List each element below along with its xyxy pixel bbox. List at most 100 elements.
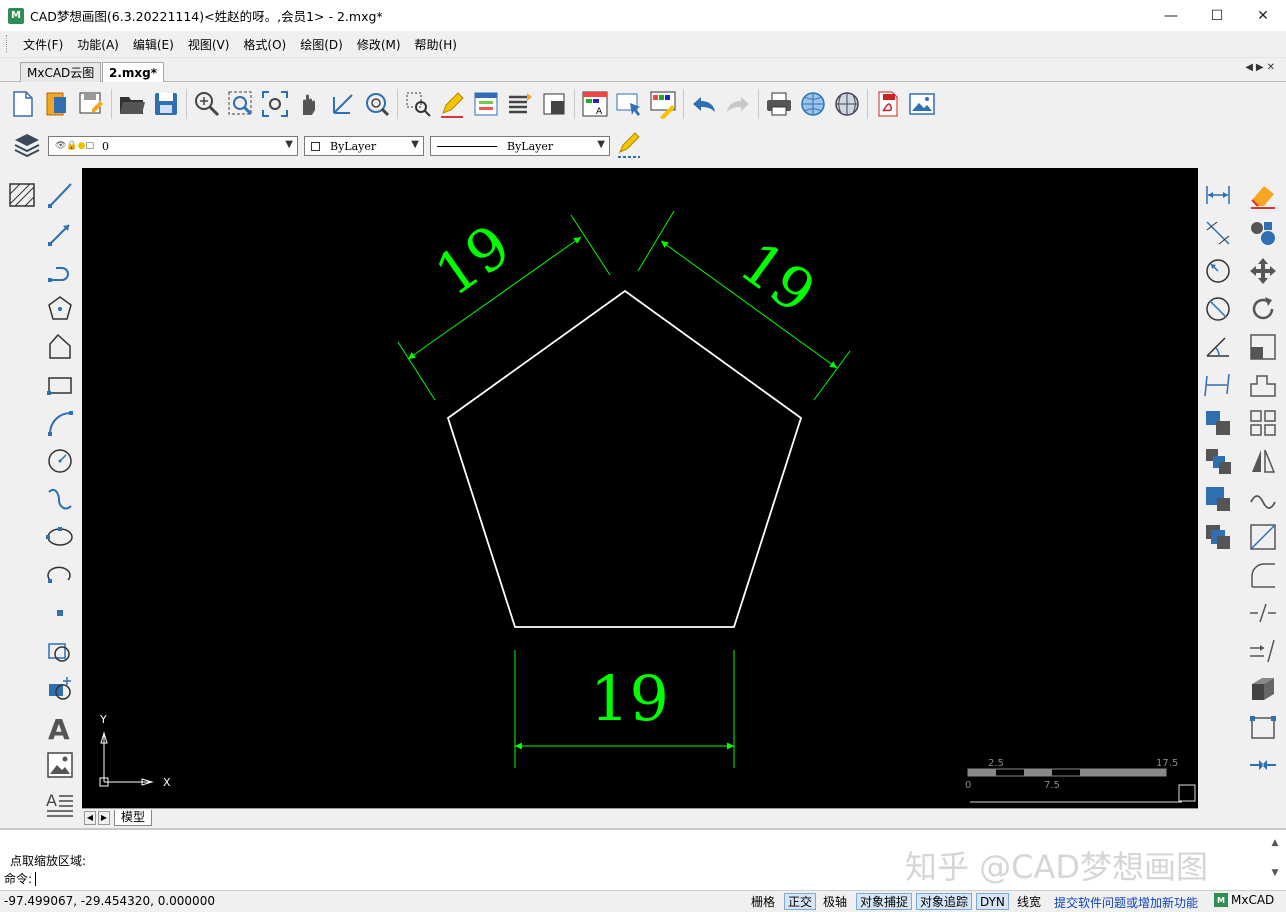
ray-icon[interactable] — [43, 216, 77, 250]
list-properties-icon[interactable] — [503, 87, 537, 121]
web-globe-icon[interactable] — [796, 87, 830, 121]
aligned-dimension-icon[interactable] — [1201, 216, 1235, 250]
scale-icon[interactable] — [1246, 330, 1280, 364]
radius-dimension-icon[interactable] — [1201, 254, 1235, 288]
pan-hand-icon[interactable] — [292, 87, 326, 121]
block-icon[interactable] — [537, 87, 571, 121]
arc-icon[interactable] — [43, 406, 77, 440]
pencil-edit-icon[interactable] — [435, 87, 469, 121]
draw-order-icon[interactable] — [1201, 520, 1235, 554]
send-back-icon[interactable] — [1201, 482, 1235, 516]
status-polar-toggle[interactable]: 极轴 — [820, 893, 850, 910]
mirror-icon[interactable] — [1246, 444, 1280, 478]
pentagon-outline-icon[interactable] — [43, 330, 77, 364]
zoom-previous-icon[interactable] — [360, 87, 394, 121]
text-style-icon[interactable]: A — [578, 87, 612, 121]
zoom-extents-icon[interactable] — [258, 87, 292, 121]
spline-icon[interactable] — [43, 482, 77, 516]
diameter-dimension-icon[interactable] — [1201, 292, 1235, 326]
menu-file[interactable]: 文件(F) — [16, 36, 70, 53]
tab-model[interactable]: 模型 — [114, 809, 153, 826]
undo-icon[interactable] — [687, 87, 721, 121]
zoom-realtime-icon[interactable] — [190, 87, 224, 121]
circle-icon[interactable] — [43, 444, 77, 478]
menu-format[interactable]: 格式(O) — [236, 36, 293, 53]
insert-block-icon[interactable] — [43, 634, 77, 668]
status-ortho-toggle[interactable]: 正交 — [784, 893, 817, 910]
ucs-axis-icon[interactable] — [326, 87, 360, 121]
extend-icon[interactable] — [1246, 634, 1280, 668]
pentagon-shape[interactable] — [446, 289, 803, 628]
bring-front-icon[interactable] — [1201, 444, 1235, 478]
close-button[interactable]: ✕ — [1240, 0, 1286, 31]
point-icon[interactable] — [43, 596, 77, 630]
copy-icon[interactable] — [1246, 216, 1280, 250]
linear-dimension-icon[interactable] — [1201, 178, 1235, 212]
dimension-bottom[interactable]: 19 — [514, 650, 735, 768]
status-dyn-toggle[interactable]: DYN — [976, 893, 1009, 910]
ellipse-icon[interactable] — [43, 520, 77, 554]
linetype-combo[interactable]: ByLayer ▼ — [430, 136, 610, 156]
trim-icon[interactable] — [1246, 520, 1280, 554]
layer-table-icon[interactable] — [469, 87, 503, 121]
layout-prev-arrow[interactable]: ◀ — [84, 810, 96, 825]
copy-objects-icon[interactable] — [1201, 406, 1235, 440]
ellipse-arc-icon[interactable] — [43, 558, 77, 592]
join-icon[interactable] — [1246, 748, 1280, 782]
rectangle-icon[interactable] — [43, 368, 77, 402]
continue-dimension-icon[interactable] — [1201, 368, 1235, 402]
tab-mxcad-cloud[interactable]: MxCAD云图 — [20, 62, 102, 82]
hatch-icon[interactable] — [5, 178, 39, 212]
3d-box-icon[interactable] — [1246, 672, 1280, 706]
explode-icon[interactable] — [1246, 710, 1280, 744]
move-icon[interactable] — [1246, 254, 1280, 288]
command-input[interactable]: 命令: — [4, 870, 37, 887]
network-globe-icon[interactable] — [830, 87, 864, 121]
layer-manager-icon[interactable] — [10, 128, 44, 162]
status-otrack-toggle[interactable]: 对象追踪 — [916, 893, 973, 910]
eraser-icon[interactable] — [1246, 178, 1280, 212]
status-osnap-toggle[interactable]: 对象捕捉 — [856, 893, 913, 910]
zoom-window-icon[interactable] — [224, 87, 258, 121]
match-properties-icon[interactable] — [646, 87, 680, 121]
image-icon[interactable] — [43, 748, 77, 782]
template-icon[interactable] — [40, 87, 74, 121]
select-cursor-icon[interactable] — [612, 87, 646, 121]
line-icon[interactable] — [43, 178, 77, 212]
angular-dimension-icon[interactable] — [1201, 330, 1235, 364]
menu-edit[interactable]: 编辑(E) — [126, 36, 181, 53]
status-lineweight-toggle[interactable]: 线宽 — [1014, 893, 1044, 910]
save-icon[interactable] — [149, 87, 183, 121]
menu-help[interactable]: 帮助(H) — [408, 36, 464, 53]
dimension-top-left[interactable]: 19 — [397, 211, 611, 401]
text-icon[interactable]: A — [43, 710, 77, 744]
curve-icon[interactable] — [1246, 482, 1280, 516]
select-region-icon[interactable] — [401, 87, 435, 121]
layer-combo[interactable]: 👁🔒●□ 0 ▼ — [48, 136, 298, 156]
stretch-icon[interactable] — [1246, 368, 1280, 402]
menu-view[interactable]: 视图(V) — [181, 36, 237, 53]
array-icon[interactable] — [1246, 406, 1280, 440]
feedback-link[interactable]: 提交软件问题或增加新功能 — [1054, 894, 1198, 911]
pencil-linewidth-icon[interactable] — [612, 128, 646, 162]
redo-icon[interactable] — [721, 87, 755, 121]
save-as-icon[interactable] — [74, 87, 108, 121]
make-block-icon[interactable] — [43, 672, 77, 706]
command-scrollbar[interactable]: ▲ ▼ — [1268, 838, 1282, 888]
print-icon[interactable] — [762, 87, 796, 121]
color-combo[interactable]: ByLayer ▼ — [304, 136, 424, 156]
rotate-icon[interactable] — [1246, 292, 1280, 326]
minimize-button[interactable]: — — [1148, 0, 1194, 31]
menu-draw[interactable]: 绘图(D) — [293, 36, 350, 53]
maximize-button[interactable]: ☐ — [1194, 0, 1240, 31]
menu-modify[interactable]: 修改(M) — [350, 36, 408, 53]
drawing-canvas[interactable]: 19 19 19 Y X 2.5 17.5 0 7.5 — [82, 168, 1198, 808]
open-folder-icon[interactable] — [115, 87, 149, 121]
layout-next-arrow[interactable]: ▶ — [98, 810, 110, 825]
status-grid-toggle[interactable]: 栅格 — [748, 893, 778, 910]
polygon-icon[interactable] — [43, 292, 77, 326]
tab-current-drawing[interactable]: 2.mxg* — [102, 62, 165, 82]
dimension-top-right[interactable]: 19 — [637, 210, 851, 401]
polyline-arc-icon[interactable] — [43, 254, 77, 288]
tab-scroll-arrows[interactable]: ◀▶✕ — [1245, 62, 1278, 73]
